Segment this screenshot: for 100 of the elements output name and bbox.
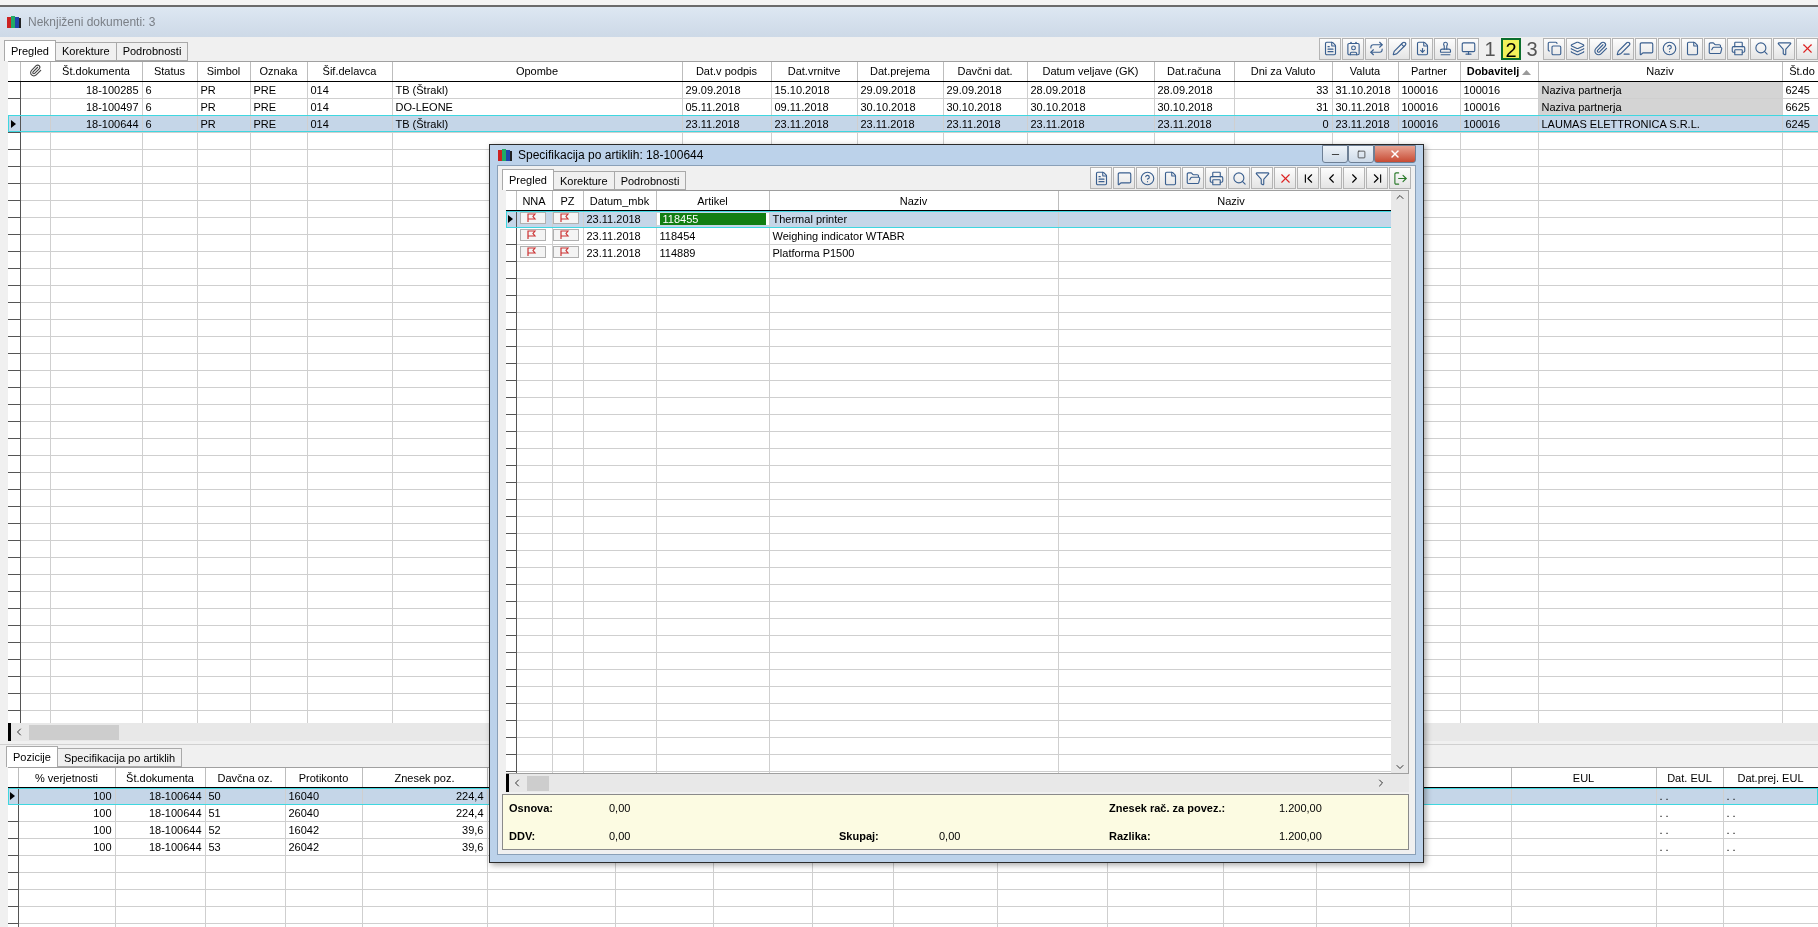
table-cell: . . [1726, 790, 1736, 803]
minimize-button[interactable] [1322, 145, 1348, 163]
column-header[interactable]: Naziv [769, 191, 1058, 211]
toolbar-button[interactable] [1182, 167, 1204, 189]
column-header[interactable]: Datum_mbk [583, 191, 656, 211]
new-file-icon [1684, 41, 1700, 57]
toolbar-button[interactable] [1090, 167, 1112, 189]
column-header[interactable]: Simbol [197, 61, 250, 82]
row-pointer-icon [508, 215, 514, 223]
toolbar-button[interactable] [1681, 37, 1703, 60]
table-cell: 100016 [1460, 81, 1538, 99]
table-cell: PRE [250, 115, 307, 133]
column-header[interactable]: Dat.prej. EUL [1723, 768, 1818, 788]
column-header[interactable]: Dni za Valuto [1234, 61, 1332, 82]
column-header[interactable]: Status [142, 61, 197, 82]
column-header[interactable]: Opombe [392, 61, 682, 82]
maximize-icon [1356, 149, 1366, 159]
stamp-icon [1437, 41, 1453, 57]
field-value: 0,00 [939, 830, 962, 842]
table-cell: 23.11.2018 [586, 247, 641, 259]
field-label: Znesek rač. za povez.: [1109, 802, 1227, 814]
column-header[interactable]: EUL [1511, 768, 1656, 788]
table-cell: 53 [205, 838, 285, 856]
tab[interactable]: Korekture [552, 171, 615, 190]
toolbar-button[interactable] [1342, 37, 1364, 60]
column-header[interactable]: % verjetnosti [18, 768, 115, 788]
tab[interactable]: Pozicije [6, 746, 58, 768]
table-cell: Platforma P1500 [772, 247, 855, 259]
table-cell: 39,6 [362, 838, 487, 856]
tab[interactable]: Specifikacija po artiklih [56, 748, 183, 768]
column-header[interactable]: Dat.računa [1154, 61, 1234, 82]
column-header[interactable]: Št.dokumenta [115, 768, 205, 788]
column-header[interactable]: Znesek poz. [362, 768, 487, 788]
table-cell: 15.10.2018 [771, 81, 857, 99]
field-label: DDV: [509, 830, 537, 842]
tab[interactable]: Podrobnosti [613, 171, 687, 190]
table-cell: 0 [1234, 115, 1332, 133]
column-header[interactable]: Dat.prejema [857, 61, 943, 82]
page-button[interactable]: 2 [1501, 37, 1521, 60]
page-button[interactable]: 1 [1480, 37, 1500, 60]
vertical-scrollbar[interactable] [1391, 191, 1408, 773]
filter-icon [1254, 170, 1270, 186]
table-cell: 29.09.2018 [943, 81, 1027, 99]
toolbar-button[interactable] [1411, 37, 1433, 60]
printer-icon [1730, 41, 1746, 57]
field-value: 1.200,00 [1279, 802, 1323, 814]
toolbar-button[interactable] [1457, 37, 1479, 60]
toolbar-button[interactable] [1704, 37, 1726, 60]
table-cell: 18-100644 [115, 838, 205, 856]
printer-icon [1208, 170, 1224, 186]
row-pointer-icon [11, 119, 17, 128]
column-header[interactable]: Valuta [1332, 61, 1398, 82]
column-header[interactable]: Davčni dat. [943, 61, 1027, 82]
folder-icon [1185, 170, 1201, 186]
scroll-thumb[interactable] [527, 775, 549, 791]
table-cell: TB (Štrakl) [392, 115, 682, 133]
table-cell: 51 [205, 804, 285, 822]
layers-icon [1569, 41, 1585, 57]
table-cell: . . [1726, 807, 1736, 820]
column-header[interactable]: PZ [552, 191, 583, 211]
tab[interactable]: Korekture [54, 41, 117, 61]
dialog-title: Specifikacija po artiklih: 18-100644 [518, 148, 704, 162]
table-cell: 224,4 [362, 804, 487, 822]
toolbar-button[interactable] [1297, 167, 1319, 189]
table-cell: 16042 [285, 821, 362, 839]
toolbar-button[interactable] [1319, 37, 1341, 60]
tab[interactable]: Pregled [4, 39, 56, 61]
column-header[interactable]: Dat.v podpis [682, 61, 771, 82]
column-header[interactable]: Protikonto [285, 768, 362, 788]
column-header[interactable]: Dobavitelj [1460, 61, 1538, 82]
column-header[interactable]: Datum veljave (GK) [1027, 61, 1154, 82]
column-header[interactable]: Šif.delavca [307, 61, 392, 82]
table-cell: 23.11.2018 [1332, 115, 1398, 133]
tab[interactable]: Podrobnosti [115, 41, 189, 61]
page-button[interactable]: 3 [1522, 37, 1542, 60]
table-cell: 26042 [285, 838, 362, 856]
maximize-button[interactable] [1348, 145, 1374, 163]
flag-icon [553, 212, 579, 224]
column-header[interactable]: Partner [1398, 61, 1460, 82]
scroll-thumb[interactable] [29, 724, 119, 740]
column-header[interactable]: Dat.vrnitve [771, 61, 857, 82]
column-header[interactable]: Naziv [1058, 191, 1391, 211]
toolbar-button[interactable] [1366, 167, 1388, 189]
horizontal-scrollbar[interactable] [506, 774, 1409, 792]
column-header[interactable]: Št.do [1782, 61, 1818, 82]
toolbar-button[interactable] [1159, 167, 1181, 189]
flag-icon [553, 246, 579, 258]
table-cell: PRE [250, 81, 307, 99]
column-header[interactable]: Oznaka [250, 61, 307, 82]
column-header[interactable]: Št.dokumenta [50, 61, 142, 82]
tab[interactable]: Pregled [502, 169, 554, 190]
column-header[interactable]: NNA [516, 191, 552, 211]
column-header[interactable]: Davčna oz. [205, 768, 285, 788]
copy-icon [1546, 41, 1562, 57]
column-header[interactable]: Dat. EUL [1656, 768, 1723, 788]
document-icon [1322, 41, 1338, 57]
table-row[interactable]: 18-100644 6 PR PRE 014 TB (Štrakl) 23.11.2018 23.11.2018 23.11.2018 23.11.2018 23.11.2018 23.11.2018 0 23.11.2018 100016 100016 LAUMAS ELETTRONICA S.R.L. 6245 [8, 115, 1818, 133]
column-header[interactable]: Artikel [656, 191, 769, 211]
column-header[interactable]: Naziv [1538, 61, 1782, 82]
monitor-icon [1460, 41, 1476, 57]
